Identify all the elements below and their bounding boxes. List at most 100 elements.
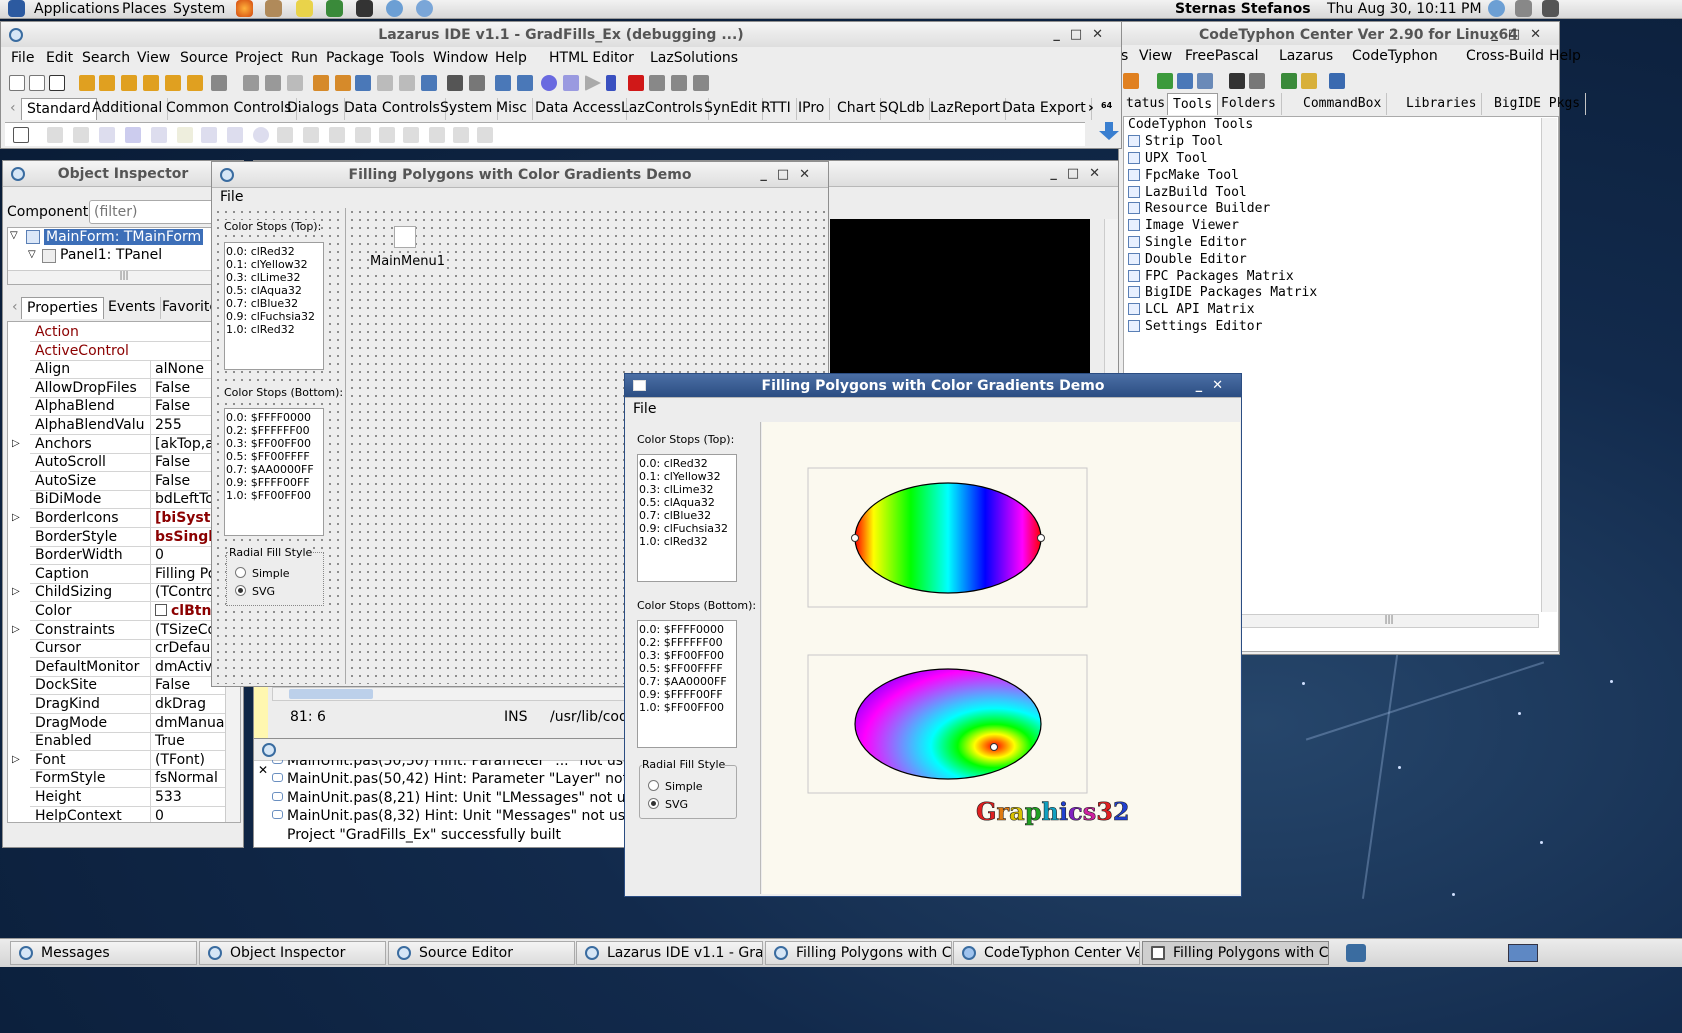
color-stop-item[interactable]: 0.2: $FFFFFF00 (226, 424, 322, 437)
palette-tab-sqldb[interactable]: SQLdb (874, 98, 931, 120)
property-row[interactable]: DefaultMonitor dmActiveFo (30, 657, 230, 677)
ide-menu-search[interactable]: Search (82, 50, 130, 66)
demo-radio-svg[interactable]: SVG (648, 798, 688, 811)
property-value[interactable]: True (150, 732, 230, 751)
color-stop-item[interactable]: 1.0: clRed32 (639, 535, 735, 548)
color-stop-item[interactable]: 0.5: clAqua32 (226, 284, 322, 297)
palette-tab-dialogs[interactable]: Dialogs (282, 98, 345, 120)
editor-vscrollbar[interactable] (1104, 219, 1118, 375)
ct-tree-item[interactable]: Single Editor (1128, 234, 1247, 251)
oi-tab-events[interactable]: Events (103, 297, 162, 319)
step-into-icon[interactable] (649, 75, 665, 91)
stop-icon[interactable] (628, 75, 644, 91)
project-inspector-icon[interactable] (313, 75, 329, 91)
tgroupbox-icon[interactable] (355, 127, 371, 143)
palette-tab-synedit[interactable]: SynEdit (699, 98, 764, 120)
property-value[interactable]: 533 (150, 788, 230, 806)
ct-tab-status[interactable]: tatus (1121, 93, 1172, 115)
ct-tree-item[interactable]: Strip Tool (1128, 133, 1223, 150)
designer-titlebar[interactable]: Filling Polygons with Color Gradients De… (212, 162, 828, 188)
ide-menu-html-editor[interactable]: HTML Editor (549, 50, 634, 66)
tradiogroup-icon[interactable] (379, 127, 395, 143)
ide-menu-window[interactable]: Window (433, 50, 488, 66)
ide-menu-view[interactable]: View (137, 50, 170, 66)
color-stop-item[interactable]: 0.9: $FFFF00FF (639, 688, 735, 701)
property-row[interactable]: AllowDropFiles False (30, 378, 230, 398)
ide-menu-tools[interactable]: Tools (390, 50, 425, 66)
tbutton-icon[interactable] (99, 127, 115, 143)
message-line[interactable]: MainUnit.pas(8,32) Hint: Unit "Messages"… (272, 808, 676, 824)
property-row[interactable]: Action (30, 323, 230, 342)
expand-icon[interactable]: ▷ (12, 583, 20, 601)
tree-expand-icon[interactable]: ▽ (10, 230, 20, 241)
chart-icon[interactable] (1329, 73, 1345, 89)
designer-bottom-stops-list[interactable]: 0.0: $FFFF0000 0.2: $FFFFFF00 0.3: $FF00FF… (224, 408, 324, 536)
color-stop-item[interactable]: 1.0: clRed32 (226, 323, 322, 336)
oi-titlebar[interactable]: Object Inspector _□ (3, 161, 247, 187)
mainmenu-component-icon[interactable] (394, 226, 416, 248)
workspace-switcher-icon[interactable] (1508, 944, 1538, 962)
save-icon[interactable] (243, 75, 259, 91)
color-stop-item[interactable]: 1.0: $FF00FF00 (639, 701, 735, 714)
color-stop-item[interactable]: 0.1: clYellow32 (639, 470, 735, 483)
property-row[interactable]: ▷ BorderIcons [biSystem (12, 509, 230, 528)
property-row[interactable]: AutoScroll False (30, 453, 230, 473)
trash-icon[interactable] (1346, 944, 1366, 962)
tmemo-icon[interactable] (177, 127, 193, 143)
step-over-icon[interactable] (671, 75, 687, 91)
tree-expand-icon[interactable]: ▽ (28, 249, 38, 260)
toggle-view-icon[interactable] (421, 75, 437, 91)
typhon-alt-icon[interactable] (416, 0, 433, 17)
terminal-icon[interactable] (356, 0, 373, 17)
close-file-icon[interactable] (187, 75, 203, 91)
save-dropdown-icon[interactable] (211, 75, 227, 91)
property-row[interactable]: Caption Filling Poly (30, 564, 230, 584)
ide-menu-run[interactable]: Run (291, 50, 318, 66)
volume-icon[interactable] (1515, 0, 1532, 17)
ide-menu-lazsolutions[interactable]: LazSolutions (650, 50, 738, 66)
palette-tab-lazreport[interactable]: LazReport (925, 98, 1007, 120)
taskbar-filling-polygons-designer[interactable]: Filling Polygons with C... (765, 941, 952, 965)
build-icon[interactable] (355, 75, 371, 91)
color-stop-item[interactable]: 0.7: $AA0000FF (226, 463, 322, 476)
demo-window-buttons[interactable]: _✕ (1196, 374, 1233, 398)
tcombobox-icon[interactable] (303, 127, 319, 143)
source-editor-window-buttons[interactable]: _□✕ (1050, 161, 1110, 187)
taskbar-codetyphon-center[interactable]: CodeTyphon Center Ve... (953, 941, 1140, 965)
ct-tree-item[interactable]: BigIDE Packages Matrix (1128, 284, 1317, 301)
run-config-icon[interactable] (541, 75, 557, 91)
ide-menu-file[interactable]: File (11, 50, 34, 66)
color-stop-item[interactable]: 0.0: $FFFF0000 (639, 623, 735, 636)
debug-icon[interactable] (563, 75, 579, 91)
ide-window-buttons[interactable]: _□✕ (1053, 22, 1113, 48)
palette-tab-data-access[interactable]: Data Access (530, 98, 627, 120)
tlistbox-icon[interactable] (277, 127, 293, 143)
property-row[interactable]: BorderStyle bsSingle (30, 527, 230, 547)
taskbar-lazarus-ide[interactable]: Lazarus IDE v1.1 - Gra... (576, 941, 763, 965)
property-row[interactable]: DragKind dkDrag (30, 695, 230, 714)
ct-menu-codetyphon[interactable]: CodeTyphon (1352, 48, 1438, 64)
property-row[interactable]: ▷ ChildSizing (TControlCh (12, 583, 230, 603)
view-units-icon[interactable] (377, 75, 393, 91)
color-stop-item[interactable]: 0.3: $FF00FF00 (639, 649, 735, 662)
ct-menu-freepascal[interactable]: FreePascal (1185, 48, 1259, 64)
ct-menu-cross-build[interactable]: Cross-Build (1466, 48, 1544, 64)
property-row[interactable]: ▷ Font (TFont) (12, 750, 230, 770)
property-row[interactable]: ▷ Constraints (TSizeCons (12, 620, 230, 640)
color-stop-item[interactable]: 0.5: clAqua32 (639, 496, 735, 509)
demo-menu-file[interactable]: File (633, 401, 656, 417)
pointer-icon[interactable] (13, 127, 29, 143)
property-row[interactable]: Cursor crDefault (30, 639, 230, 659)
property-row[interactable]: DockSite False (30, 676, 230, 696)
revert-icon[interactable] (165, 75, 181, 91)
property-value[interactable]: dkDrag (150, 695, 230, 713)
designer-top-stops-list[interactable]: 0.0: clRed32 0.1: clYellow32 0.3: clLime32… (224, 242, 324, 370)
tscrollbar-icon[interactable] (329, 127, 345, 143)
ide-menu-help[interactable]: Help (495, 50, 527, 66)
ct-tool-icon[interactable] (1123, 73, 1139, 89)
property-row[interactable]: AlphaBlendValue 255 (30, 416, 230, 435)
ct-tab-libraries[interactable]: Libraries (1401, 93, 1483, 115)
ide-menu-edit[interactable]: Edit (46, 50, 73, 66)
demo-titlebar[interactable]: Filling Polygons with Color Gradients De… (625, 374, 1241, 398)
applications-menu[interactable]: Applications (34, 0, 120, 19)
